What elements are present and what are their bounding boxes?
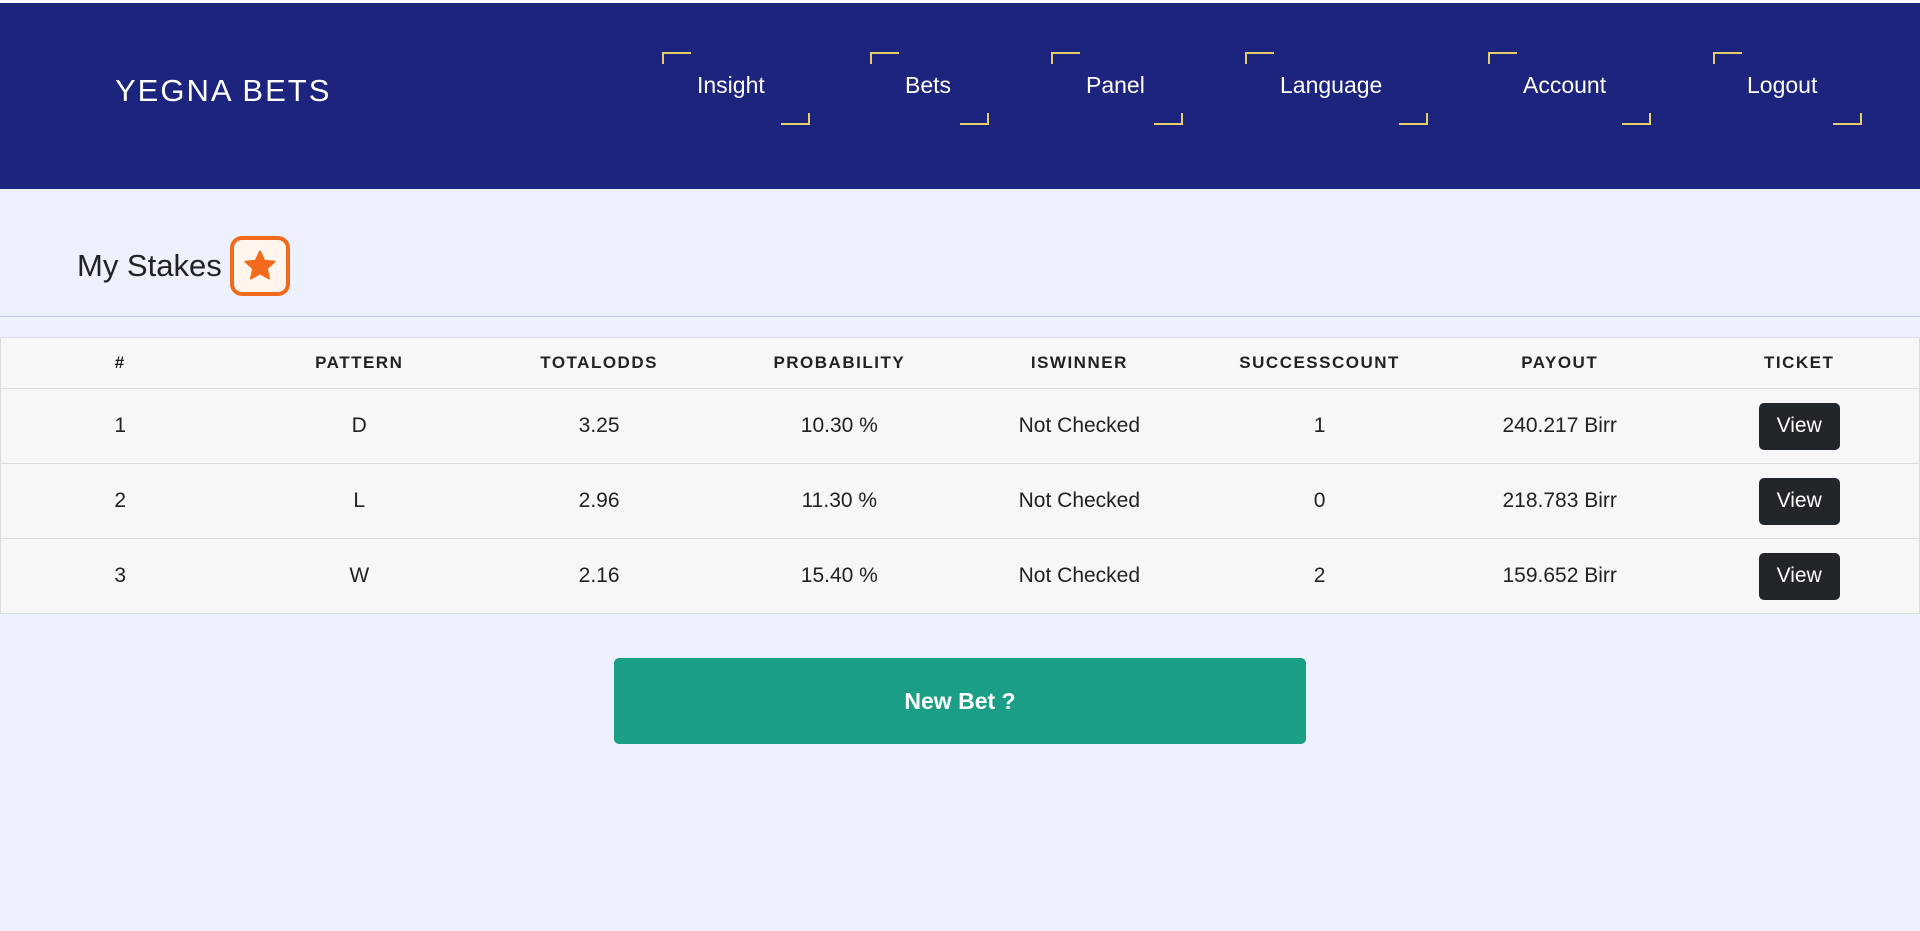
cell-probability: 15.40 %	[719, 538, 960, 614]
cell-probability: 10.30 %	[719, 388, 960, 464]
cell-payout: 159.652 Birr	[1439, 538, 1680, 614]
corner-bracket-bottom-right	[1833, 113, 1862, 125]
cell-ticket: View	[1679, 388, 1920, 464]
corner-bracket-top-left	[1051, 52, 1080, 64]
nav-label-account: Account	[1523, 72, 1607, 98]
new-bet-button[interactable]: New Bet ?	[614, 658, 1306, 744]
table-row: 2 L 2.96 11.30 % Not Checked 0 218.783 B…	[0, 463, 1920, 539]
view-ticket-button[interactable]: View	[1758, 552, 1840, 600]
nav-label-insight: Insight	[697, 72, 765, 98]
cell-number: 2	[0, 463, 240, 539]
nav-label-panel: Panel	[1086, 72, 1145, 98]
cell-pattern: L	[239, 463, 480, 539]
cell-payout: 240.217 Birr	[1439, 388, 1680, 464]
cell-payout: 218.783 Birr	[1439, 463, 1680, 539]
column-header-payout: PAYOUT	[1439, 337, 1680, 389]
cell-totalodds: 2.16	[479, 538, 720, 614]
corner-bracket-top-left	[1245, 52, 1274, 64]
cell-iswinner: Not Checked	[959, 388, 1200, 464]
corner-bracket-top-left	[662, 52, 691, 64]
brand-logo[interactable]: YEGNA BETS	[115, 73, 331, 109]
cell-ticket: View	[1679, 463, 1920, 539]
star-icon	[229, 236, 290, 296]
nav-item-insight[interactable]: Insight	[662, 49, 810, 129]
column-header-totalodds: TOTALODDS	[479, 337, 720, 389]
cell-pattern: D	[239, 388, 480, 464]
cell-number: 3	[0, 538, 240, 614]
cell-iswinner: Not Checked	[959, 463, 1200, 539]
corner-bracket-top-left	[1488, 52, 1517, 64]
nav-item-panel[interactable]: Panel	[1051, 49, 1183, 129]
view-ticket-button[interactable]: View	[1758, 402, 1840, 450]
nav-label-logout: Logout	[1747, 72, 1818, 98]
column-header-ticket: TICKET	[1679, 337, 1920, 389]
cell-successcount: 1	[1199, 388, 1440, 464]
corner-bracket-bottom-right	[781, 113, 810, 125]
cell-totalodds: 3.25	[479, 388, 720, 464]
page-title: My Stakes	[77, 248, 222, 283]
stakes-table: # PATTERN TOTALODDS PROBABILITY ISWINNER…	[0, 337, 1920, 614]
cell-iswinner: Not Checked	[959, 538, 1200, 614]
table-row: 1 D 3.25 10.30 % Not Checked 1 240.217 B…	[0, 388, 1920, 464]
cell-number: 1	[0, 388, 240, 464]
column-header-number: #	[0, 337, 240, 389]
cell-ticket: View	[1679, 538, 1920, 614]
cell-successcount: 2	[1199, 538, 1440, 614]
corner-bracket-bottom-right	[1399, 113, 1428, 125]
section-divider	[0, 316, 1920, 317]
corner-bracket-bottom-right	[1622, 113, 1651, 125]
table-header-row: # PATTERN TOTALODDS PROBABILITY ISWINNER…	[0, 337, 1920, 389]
corner-bracket-top-left	[1713, 52, 1742, 64]
column-header-pattern: PATTERN	[239, 337, 480, 389]
nav-item-account[interactable]: Account	[1488, 49, 1651, 129]
top-navbar: YEGNA BETS Insight Bets Panel Language A…	[0, 0, 1920, 189]
cell-totalodds: 2.96	[479, 463, 720, 539]
corner-bracket-bottom-right	[1154, 113, 1183, 125]
cell-probability: 11.30 %	[719, 463, 960, 539]
cell-successcount: 0	[1199, 463, 1440, 539]
table-row: 3 W 2.16 15.40 % Not Checked 2 159.652 B…	[0, 538, 1920, 614]
cell-pattern: W	[239, 538, 480, 614]
nav-item-bets[interactable]: Bets	[870, 49, 989, 129]
column-header-iswinner: ISWINNER	[959, 337, 1200, 389]
corner-bracket-bottom-right	[960, 113, 989, 125]
nav-label-bets: Bets	[905, 72, 952, 98]
column-header-successcount: SUCCESSCOUNT	[1199, 337, 1440, 389]
nav-item-language[interactable]: Language	[1245, 49, 1428, 129]
view-ticket-button[interactable]: View	[1758, 477, 1840, 525]
nav-label-language: Language	[1280, 72, 1383, 98]
section-header: My Stakes	[77, 236, 290, 296]
corner-bracket-top-left	[870, 52, 899, 64]
column-header-probability: PROBABILITY	[719, 337, 960, 389]
nav-item-logout[interactable]: Logout	[1713, 49, 1862, 129]
